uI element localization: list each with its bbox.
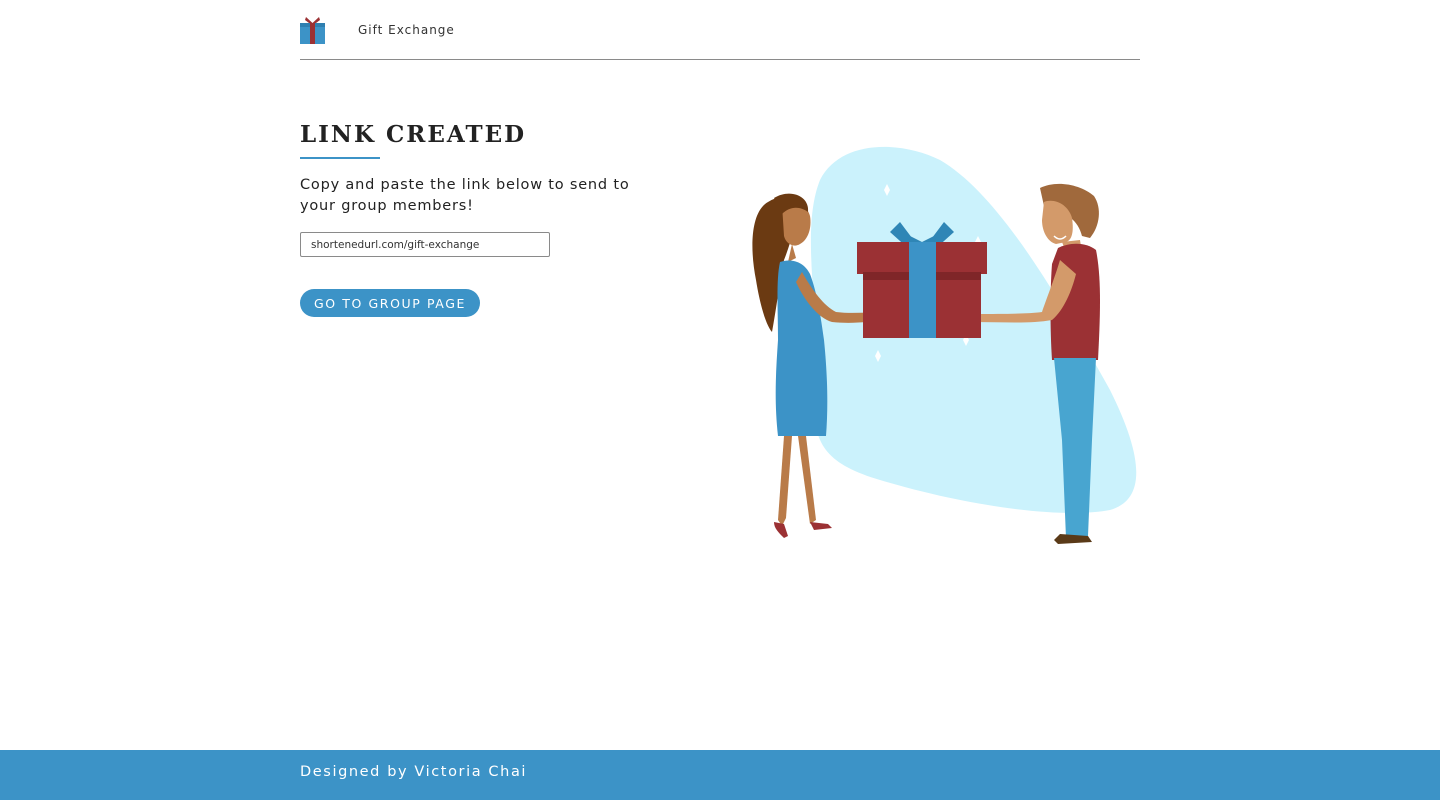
instructions-text: Copy and paste the link below to send to…	[300, 177, 630, 214]
gift-box-icon[interactable]	[300, 16, 325, 44]
page-title: LINK CREATED	[300, 121, 527, 148]
designer-credit: Designed by Victoria Chai	[300, 764, 528, 780]
page: Gift Exchange LINK CREATED Copy and past…	[0, 0, 1440, 800]
go-to-group-page-button[interactable]: GO TO GROUP PAGE	[300, 289, 480, 317]
footer: Designed by Victoria Chai	[0, 750, 1440, 800]
brand-name[interactable]: Gift Exchange	[358, 23, 455, 37]
title-underline	[300, 157, 380, 159]
link-created-panel: LINK CREATED Copy and paste the link bel…	[300, 118, 680, 317]
gift-exchange-illustration	[752, 146, 1137, 544]
top-navigation: Gift Exchange	[300, 0, 1140, 60]
group-link-field[interactable]	[300, 232, 550, 257]
